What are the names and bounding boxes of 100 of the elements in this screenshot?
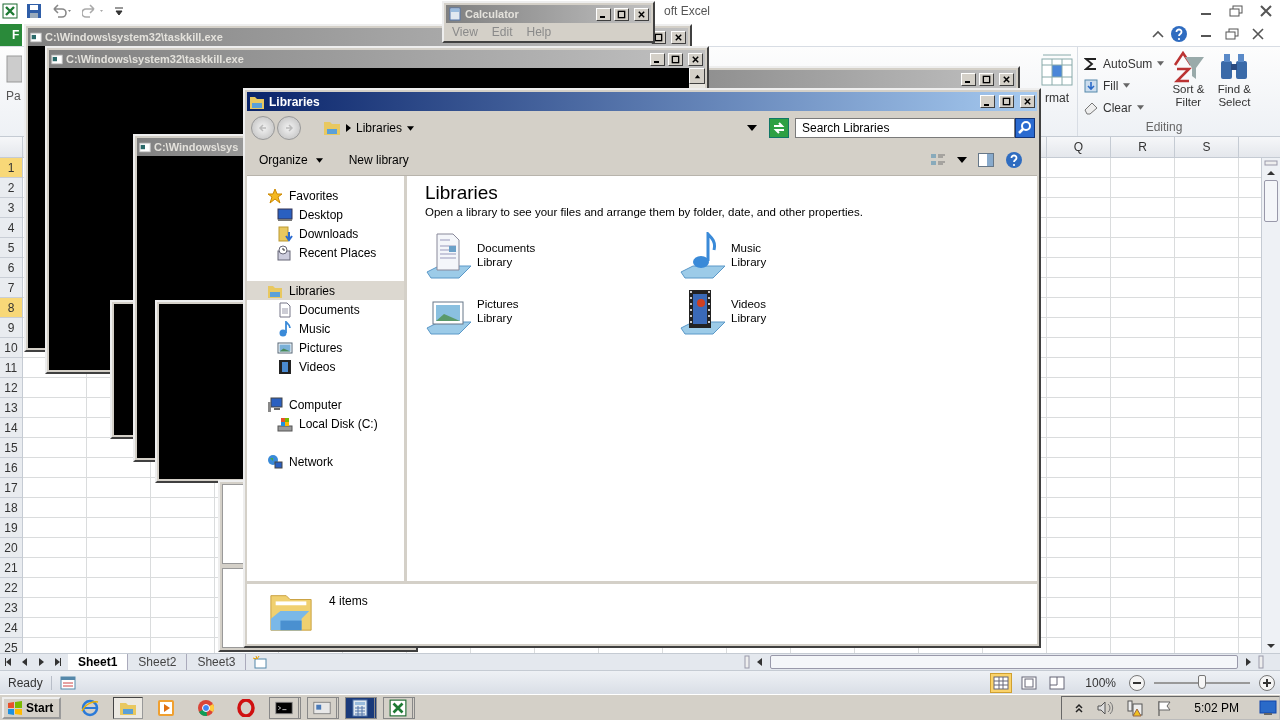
nav-item[interactable]: Computer [247, 395, 404, 414]
fill-button[interactable]: Fill [1084, 76, 1165, 95]
minimize-button[interactable] [650, 52, 665, 66]
nav-item[interactable]: Recent Places [247, 243, 404, 262]
start-button[interactable]: Start [2, 696, 62, 719]
close-button[interactable] [688, 52, 703, 66]
row-header[interactable]: 18 [0, 497, 22, 518]
nav-item[interactable]: Music [247, 319, 404, 338]
autosum-button[interactable]: AutoSum [1084, 54, 1165, 73]
row-header[interactable]: 13 [0, 397, 22, 418]
row-header[interactable]: 9 [0, 317, 22, 338]
clear-button[interactable]: Clear [1084, 98, 1165, 117]
row-header[interactable]: 4 [0, 217, 22, 238]
library-item[interactable]: Videos Library [679, 288, 933, 338]
file-tab[interactable]: F [0, 24, 22, 47]
address-bar[interactable]: Libraries [319, 117, 763, 139]
help-icon[interactable] [1005, 151, 1023, 169]
nav-item[interactable]: Videos [247, 357, 404, 376]
nav-item[interactable]: Desktop [247, 205, 404, 224]
clock[interactable]: 5:02 PM [1194, 700, 1239, 715]
restore-icon[interactable] [1224, 27, 1240, 40]
dropdown-icon[interactable] [747, 125, 757, 131]
macro-icon[interactable] [59, 674, 76, 691]
row-header[interactable]: 17 [0, 477, 22, 498]
row-header[interactable]: 1 [0, 157, 22, 178]
row-header[interactable]: 16 [0, 457, 22, 478]
chevron-up-icon[interactable] [1074, 701, 1085, 714]
browser-icon[interactable] [197, 698, 216, 717]
split-handle-icon[interactable] [1264, 159, 1278, 166]
row-header[interactable]: 6 [0, 257, 22, 278]
sort-filter-button[interactable]: Sort & Filter [1166, 50, 1211, 120]
customize-icon[interactable] [114, 4, 124, 17]
row-header[interactable]: 24 [0, 617, 22, 638]
row-header[interactable]: 11 [0, 357, 22, 378]
spreadsheet-icon[interactable] [2, 2, 18, 19]
format-label[interactable]: rmat [1045, 90, 1069, 105]
zoom-in-icon[interactable] [1258, 673, 1276, 692]
breadcrumb-item[interactable]: Libraries [356, 121, 403, 135]
minimize-button[interactable] [596, 7, 611, 21]
row-header[interactable]: 2 [0, 177, 22, 198]
row-header[interactable]: 3 [0, 197, 22, 218]
taskbar-button[interactable] [269, 696, 302, 719]
row-header[interactable]: 14 [0, 417, 22, 438]
sheet-nav-icon[interactable] [52, 657, 62, 668]
split-handle-icon[interactable] [1258, 655, 1264, 670]
taskbar-button[interactable] [113, 696, 144, 719]
scroll-thumb[interactable] [770, 655, 1238, 670]
sheet-nav-icon[interactable] [4, 657, 14, 668]
nav-item[interactable]: Network [247, 452, 404, 471]
library-item[interactable]: Pictures Library [425, 288, 679, 338]
row-header[interactable]: 12 [0, 377, 22, 398]
split-handle-icon[interactable] [744, 655, 750, 670]
column-header[interactable]: R [1111, 136, 1175, 157]
ring-icon[interactable] [237, 698, 256, 717]
row-header[interactable]: 5 [0, 237, 22, 258]
row-header[interactable]: 19 [0, 517, 22, 538]
column-header[interactable]: Q [1047, 136, 1111, 157]
row-header[interactable]: 20 [0, 537, 22, 558]
nav-item[interactable]: Pictures [247, 338, 404, 357]
column-header[interactable]: S [1175, 136, 1239, 157]
maximize-button[interactable] [979, 72, 994, 86]
help-icon[interactable] [1170, 24, 1188, 43]
row-header[interactable]: 8 [0, 297, 22, 318]
row-header[interactable]: 23 [0, 597, 22, 618]
save-icon[interactable] [26, 2, 42, 19]
minimize-button[interactable] [980, 95, 995, 108]
view-icon[interactable] [1047, 673, 1068, 692]
close-button[interactable] [671, 30, 686, 44]
search-icon[interactable] [1015, 118, 1035, 138]
table-icon[interactable] [1041, 52, 1073, 87]
new-library-button[interactable]: New library [342, 151, 415, 169]
maximize-button[interactable] [999, 95, 1014, 108]
maximize-button[interactable] [614, 7, 629, 21]
minimize-button[interactable] [961, 72, 976, 86]
zoom-slider-thumb[interactable] [1198, 674, 1206, 689]
zoom-out-icon[interactable] [1128, 673, 1146, 692]
refresh-icon[interactable] [769, 118, 789, 138]
browser-icon[interactable] [81, 698, 100, 717]
play-icon[interactable] [157, 698, 176, 717]
nav-item[interactable]: Local Disk (C:) [247, 414, 404, 433]
nav-item[interactable]: Documents [247, 300, 404, 319]
preview-pane-icon[interactable] [977, 151, 995, 169]
clipboard-icon[interactable] [6, 52, 22, 83]
taskbar-button[interactable] [345, 696, 378, 719]
row-header[interactable]: 15 [0, 437, 22, 458]
nav-item[interactable]: Libraries [247, 281, 404, 300]
close-button[interactable] [634, 7, 649, 21]
library-item[interactable]: Music Library [679, 232, 933, 282]
sheet-tab[interactable]: Sheet1 [68, 654, 129, 671]
close-icon[interactable] [1250, 27, 1266, 40]
scroll-thumb[interactable] [1264, 179, 1278, 222]
sheet-nav-icon[interactable] [20, 657, 30, 668]
close-button[interactable] [1020, 95, 1035, 108]
show-desktop-icon[interactable] [1259, 698, 1277, 717]
paste-label[interactable]: Pa [6, 88, 21, 103]
sheet-nav-icon[interactable] [36, 657, 46, 668]
scrollbar[interactable] [1261, 157, 1280, 654]
close-icon[interactable] [1258, 4, 1274, 17]
scroll-up-button[interactable] [689, 68, 705, 84]
organize-button[interactable]: Organize [253, 151, 329, 169]
